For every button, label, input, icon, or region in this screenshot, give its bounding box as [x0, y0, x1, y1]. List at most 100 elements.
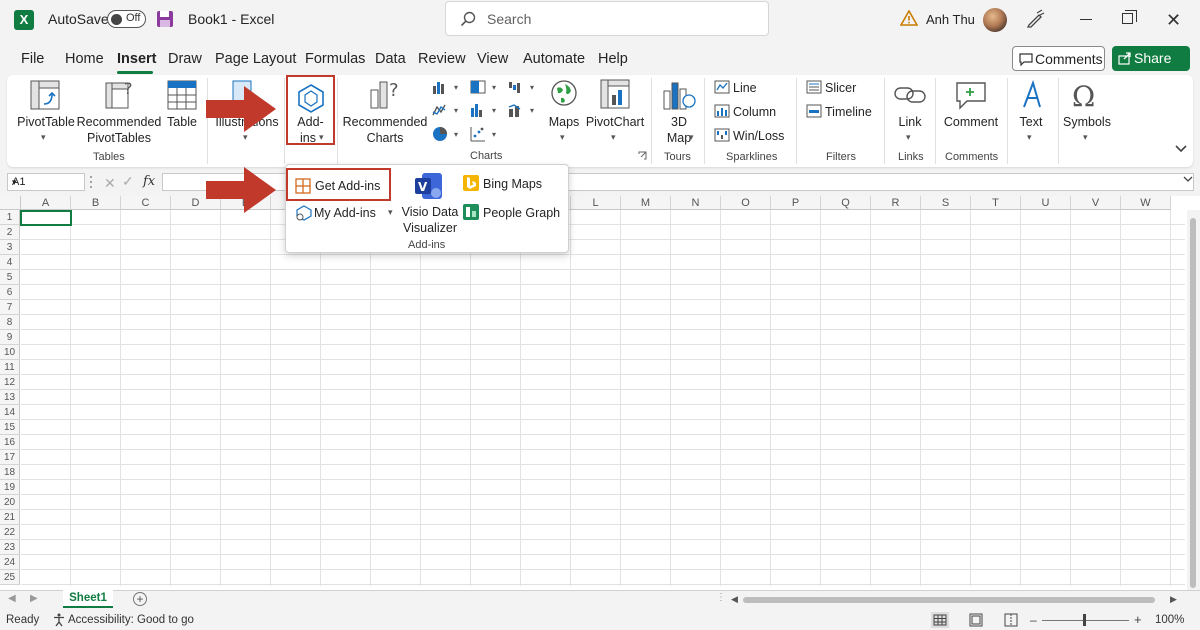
- my-addins-button[interactable]: My Add-ins: [314, 206, 376, 220]
- row-header[interactable]: 21: [0, 510, 20, 525]
- chevron-down-icon[interactable]: ▾: [243, 132, 248, 143]
- tab-draw[interactable]: Draw: [168, 51, 202, 67]
- column-header[interactable]: L: [571, 196, 621, 210]
- column-header[interactable]: P: [771, 196, 821, 210]
- column-header[interactable]: A: [21, 196, 71, 210]
- warning-icon[interactable]: [900, 10, 918, 26]
- pie-chart-icon[interactable]: ▾: [432, 126, 462, 142]
- row-header[interactable]: 9: [0, 330, 20, 345]
- normal-view-icon[interactable]: [931, 612, 949, 628]
- scroll-sheets-right-icon[interactable]: ▶: [30, 593, 38, 604]
- cancel-entry-icon[interactable]: ✕: [104, 175, 116, 192]
- row-header[interactable]: 11: [0, 360, 20, 375]
- row-header[interactable]: 16: [0, 435, 20, 450]
- vertical-scrollbar[interactable]: [1187, 210, 1200, 590]
- scroll-sheets-left-icon[interactable]: ◀: [8, 593, 16, 604]
- chevron-down-icon[interactable]: ▾: [388, 207, 393, 218]
- chevron-down-icon[interactable]: ▾: [560, 132, 565, 143]
- recommended-charts-button[interactable]: Recommended Charts: [342, 114, 428, 146]
- tab-formulas[interactable]: Formulas: [305, 51, 365, 67]
- tab-review[interactable]: Review: [418, 51, 466, 67]
- column-header[interactable]: N: [671, 196, 721, 210]
- comments-button[interactable]: Comments: [1012, 46, 1105, 71]
- recommended-pivottables-button[interactable]: Recommended PivotTables: [76, 114, 162, 146]
- autosave-toggle[interactable]: Off: [107, 10, 146, 28]
- chevron-down-icon[interactable]: ▾: [689, 132, 694, 143]
- tab-home[interactable]: Home: [65, 51, 104, 67]
- page-break-view-icon[interactable]: [1003, 612, 1019, 628]
- people-graph-button[interactable]: People Graph: [483, 206, 560, 220]
- row-header[interactable]: 15: [0, 420, 20, 435]
- row-header[interactable]: 2: [0, 225, 20, 240]
- scroll-right-icon[interactable]: ▶: [1170, 594, 1177, 605]
- column-header[interactable]: R: [871, 196, 921, 210]
- tab-view[interactable]: View: [477, 51, 508, 67]
- drag-handle-icon[interactable]: ⋮: [716, 592, 726, 603]
- maps-button[interactable]: Maps: [545, 114, 583, 130]
- close-icon[interactable]: ✕: [1166, 10, 1181, 31]
- save-icon[interactable]: [156, 10, 174, 28]
- restore-icon[interactable]: [1122, 10, 1137, 24]
- page-layout-view-icon[interactable]: [968, 612, 984, 628]
- row-header[interactable]: 19: [0, 480, 20, 495]
- user-avatar[interactable]: [983, 8, 1007, 32]
- scatter-chart-icon[interactable]: ▾: [470, 126, 500, 142]
- tab-help[interactable]: Help: [598, 51, 628, 67]
- row-header[interactable]: 23: [0, 540, 20, 555]
- zoom-slider-thumb[interactable]: [1083, 614, 1086, 626]
- column-header[interactable]: U: [1021, 196, 1071, 210]
- accessibility-status[interactable]: Accessibility: Good to go: [68, 614, 194, 626]
- row-header[interactable]: 14: [0, 405, 20, 420]
- minimize-icon[interactable]: [1080, 19, 1092, 20]
- column-header[interactable]: V: [1071, 196, 1121, 210]
- pen-icon[interactable]: [1025, 9, 1045, 29]
- tab-file[interactable]: File: [21, 51, 44, 67]
- horizontal-scroll-thumb[interactable]: [743, 597, 1155, 603]
- row-header[interactable]: 3: [0, 240, 20, 255]
- statistic-chart-icon[interactable]: ▾: [470, 103, 500, 117]
- bing-maps-button[interactable]: Bing Maps: [483, 177, 542, 191]
- chevron-down-icon[interactable]: ▾: [41, 132, 46, 143]
- combo-chart-icon[interactable]: ▾: [508, 103, 538, 117]
- zoom-in-icon[interactable]: +: [1134, 612, 1142, 627]
- active-cell-a1[interactable]: [20, 210, 72, 226]
- column-header[interactable]: M: [621, 196, 671, 210]
- search-box[interactable]: Search: [445, 1, 769, 36]
- row-header[interactable]: 25: [0, 570, 20, 585]
- row-header[interactable]: 7: [0, 300, 20, 315]
- table-button[interactable]: Table: [163, 114, 201, 130]
- column-header[interactable]: Q: [821, 196, 871, 210]
- tab-data[interactable]: Data: [375, 51, 406, 67]
- add-sheet-icon[interactable]: +: [133, 592, 147, 606]
- row-header[interactable]: 20: [0, 495, 20, 510]
- drag-handle-icon[interactable]: [89, 175, 93, 189]
- vertical-scroll-thumb[interactable]: [1190, 218, 1196, 588]
- timeline-button[interactable]: Timeline: [825, 105, 872, 119]
- symbols-button[interactable]: Symbols: [1059, 114, 1115, 130]
- column-header[interactable]: O: [721, 196, 771, 210]
- sparkline-line-button[interactable]: Line: [733, 81, 757, 95]
- sheet-tab-sheet1[interactable]: Sheet1: [63, 590, 113, 608]
- dialog-launcher-icon[interactable]: [638, 151, 647, 160]
- chevron-down-icon[interactable]: ▾: [611, 132, 616, 143]
- scroll-left-icon[interactable]: ◀: [731, 594, 738, 605]
- column-header[interactable]: C: [121, 196, 171, 210]
- confirm-entry-icon[interactable]: ✓: [122, 173, 134, 190]
- line-chart-icon[interactable]: ▾: [432, 103, 462, 117]
- row-header[interactable]: 12: [0, 375, 20, 390]
- row-header[interactable]: 8: [0, 315, 20, 330]
- formula-expand-icon[interactable]: [1183, 176, 1193, 183]
- row-header[interactable]: 18: [0, 465, 20, 480]
- row-header[interactable]: 1: [0, 210, 20, 225]
- ribbon-collapse-icon[interactable]: [1175, 145, 1187, 153]
- row-header[interactable]: 24: [0, 555, 20, 570]
- chevron-down-icon[interactable]: ▾: [906, 132, 911, 143]
- addins-button[interactable]: Add- ins ▾: [286, 75, 335, 145]
- row-header[interactable]: 10: [0, 345, 20, 360]
- row-header[interactable]: 13: [0, 390, 20, 405]
- zoom-level[interactable]: 100%: [1155, 614, 1184, 626]
- row-header[interactable]: 4: [0, 255, 20, 270]
- column-header[interactable]: B: [71, 196, 121, 210]
- row-header[interactable]: 6: [0, 285, 20, 300]
- waterfall-chart-icon[interactable]: ▾: [508, 80, 538, 94]
